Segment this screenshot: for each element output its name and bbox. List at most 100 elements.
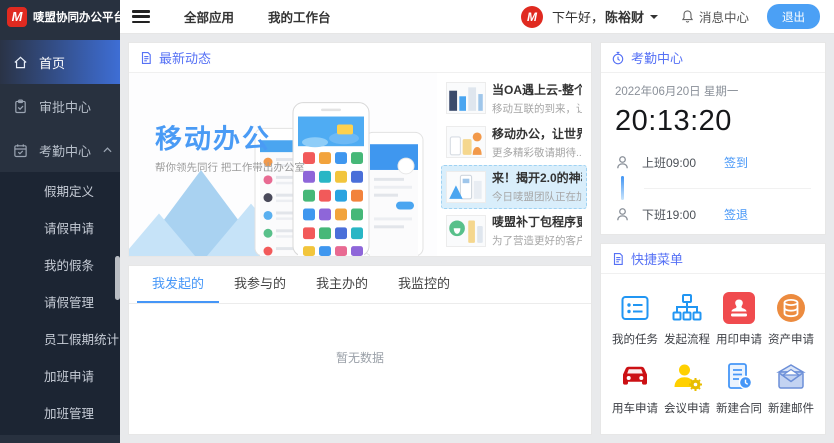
- task-icon: [619, 292, 651, 324]
- sidebar-item-attendance-center[interactable]: 考勤中心: [0, 128, 120, 172]
- sidebar-item-label: 首页: [39, 53, 65, 72]
- news-desc: 今日唛盟团队正在加班加点，: [492, 189, 582, 204]
- mail-icon: [775, 361, 807, 393]
- check-out-link[interactable]: 签退: [724, 206, 748, 223]
- person-icon: [615, 155, 630, 170]
- quick-item-label: 用车申请: [612, 400, 658, 416]
- quick-item-vehicle-request[interactable]: 用车申请: [612, 361, 658, 416]
- news-item[interactable]: 移动办公，让世界触手可 更多精彩敬请期待.......: [441, 120, 587, 164]
- quick-menu-grid: 我的任务 发起流程 用印申请: [601, 274, 825, 434]
- news-desc: 更多精彩敬请期待.......: [492, 145, 582, 160]
- banner-illustration[interactable]: 移动办公 帮你领先同行 把工作带出办公室: [129, 73, 437, 256]
- news-thumbnail: [446, 215, 486, 247]
- quick-item-my-tasks[interactable]: 我的任务: [612, 292, 658, 347]
- tab-hosted-by-me[interactable]: 我主办的: [301, 266, 383, 303]
- sidebar-subitem-my-leave-notes[interactable]: 我的假条: [0, 248, 120, 285]
- sidebar-item-home[interactable]: 首页: [0, 40, 120, 84]
- quick-item-meeting-request[interactable]: 会议申请: [664, 361, 710, 416]
- latest-news-panel: 最新动态: [128, 42, 592, 257]
- attendance-date: 2022年06月20日 星期一: [615, 83, 811, 99]
- check-out-label: 下班19:00: [642, 206, 724, 223]
- main-content: 最新动态: [120, 34, 834, 443]
- attendance-header: 考勤中心: [601, 43, 825, 73]
- nav-all-apps[interactable]: 全部应用: [184, 7, 234, 26]
- app-logo-icon: M: [7, 7, 27, 27]
- news-item[interactable]: 唛盟补丁包程序更新 为了营造更好的客户体验，唛: [441, 209, 587, 253]
- quick-menu-header: 快捷菜单: [601, 244, 825, 274]
- page-body: 首页 审批中心 考勤中心 假期定义 请假申请 我的假条: [0, 34, 834, 443]
- attendance-icon: [13, 143, 28, 158]
- check-in-link[interactable]: 签到: [724, 154, 748, 171]
- news-title: 移动办公，让世界触手可: [492, 125, 582, 142]
- quick-item-asset-request[interactable]: 资产申请: [768, 292, 814, 347]
- my-tasks-panel: 我发起的 我参与的 我主办的 我监控的 暂无数据: [128, 265, 592, 435]
- panel-title: 最新动态: [159, 48, 211, 67]
- quick-item-new-mail[interactable]: 新建邮件: [768, 361, 814, 416]
- quick-item-label: 我的任务: [612, 331, 658, 347]
- quick-item-label: 用印申请: [716, 331, 762, 347]
- news-item-selected[interactable]: 来！揭开2.0的神秘面纱~ 今日唛盟团队正在加班加点，: [441, 165, 587, 209]
- task-tabs: 我发起的 我参与的 我主办的 我监控的: [129, 266, 591, 304]
- news-thumbnail: [446, 171, 486, 203]
- news-title: 唛盟补丁包程序更新: [492, 213, 582, 230]
- sidebar-scrollbar[interactable]: [115, 256, 120, 300]
- sidebar-subitem-leave-request[interactable]: 请假申请: [0, 211, 120, 248]
- stamp-icon: [723, 292, 755, 324]
- chevron-up-icon: [103, 147, 112, 153]
- quick-item-label: 新建邮件: [768, 400, 814, 416]
- person-icon: [615, 207, 630, 222]
- news-item[interactable]: 当OA遇上云-整个协同OA 移动互联的到来，让OA与云: [441, 76, 587, 120]
- quick-item-label: 发起流程: [664, 331, 710, 347]
- tab-monitored-by-me[interactable]: 我监控的: [383, 266, 465, 303]
- nav-my-workspace[interactable]: 我的工作台: [268, 7, 331, 26]
- check-in-row: 上班09:00 签到: [615, 151, 811, 173]
- user-greeting[interactable]: 下午好，陈裕财: [552, 7, 644, 26]
- left-column: 最新动态: [128, 42, 592, 435]
- quick-item-label: 会议申请: [664, 400, 710, 416]
- news-desc: 移动互联的到来，让OA与云: [492, 101, 582, 116]
- document-icon: [611, 252, 625, 266]
- attendance-panel: 考勤中心 2022年06月20日 星期一 20:13:20 上班09:00 签到: [600, 42, 826, 235]
- timeline-connector: [615, 173, 811, 203]
- sidebar-subitem-overtime-management[interactable]: 加班管理: [0, 396, 120, 433]
- news-thumbnail: [446, 82, 486, 114]
- home-icon: [13, 55, 28, 70]
- user-menu-caret-icon[interactable]: [650, 15, 658, 23]
- phone-mockup-center: [293, 103, 369, 256]
- sidebar-subitem-leave-management[interactable]: 请假管理: [0, 285, 120, 322]
- attendance-clock: 20:13:20: [615, 105, 811, 138]
- tab-participated-by-me[interactable]: 我参与的: [219, 266, 301, 303]
- attendance-submenu: 假期定义 请假申请 我的假条 请假管理 员工假期统计 加班申请 加班管理: [0, 172, 120, 435]
- oa-dashboard: M 唛盟协同办公平台 全部应用 我的工作台 M 下午好，陈裕财 消息中心 退出: [0, 0, 834, 443]
- top-navigation: 全部应用 我的工作台: [184, 7, 331, 26]
- quick-item-seal-request[interactable]: 用印申请: [716, 292, 762, 347]
- logout-button[interactable]: 退出: [767, 4, 820, 29]
- sidebar-item-approval-center[interactable]: 审批中心: [0, 84, 120, 128]
- quick-item-new-contract[interactable]: 新建合同: [716, 361, 762, 416]
- document-icon: [139, 51, 153, 65]
- sidebar-subitem-holiday-definition[interactable]: 假期定义: [0, 174, 120, 211]
- sidebar-subitem-staff-holiday-stats[interactable]: 员工假期统计: [0, 322, 120, 359]
- flow-icon: [671, 292, 703, 324]
- attendance-body: 2022年06月20日 星期一 20:13:20 上班09:00 签到: [601, 73, 825, 235]
- approval-icon: [13, 99, 28, 114]
- tab-initiated-by-me[interactable]: 我发起的: [137, 266, 219, 303]
- sidebar: 首页 审批中心 考勤中心 假期定义 请假申请 我的假条: [0, 34, 120, 443]
- check-out-row: 下班19:00 签退: [615, 203, 811, 225]
- menu-toggle-icon[interactable]: [132, 10, 150, 23]
- empty-state-text: 暂无数据: [129, 304, 591, 366]
- message-center-link[interactable]: 消息中心: [699, 7, 749, 26]
- sidebar-subitem-overtime-request[interactable]: 加班申请: [0, 359, 120, 396]
- quick-item-start-flow[interactable]: 发起流程: [664, 292, 710, 347]
- news-desc: 为了营造更好的客户体验，唛: [492, 233, 582, 248]
- bell-icon[interactable]: [680, 9, 695, 24]
- user-avatar[interactable]: M: [521, 6, 543, 28]
- car-icon: [619, 361, 651, 393]
- app-brand[interactable]: M 唛盟协同办公平台: [0, 0, 120, 34]
- greeting-text: 下午好，: [552, 10, 604, 25]
- topbar: M 唛盟协同办公平台 全部应用 我的工作台 M 下午好，陈裕财 消息中心 退出: [0, 0, 834, 34]
- username: 陈裕财: [605, 10, 644, 25]
- panel-title: 考勤中心: [631, 48, 683, 67]
- news-title: 当OA遇上云-整个协同OA: [492, 81, 582, 98]
- panel-title: 快捷菜单: [631, 249, 683, 268]
